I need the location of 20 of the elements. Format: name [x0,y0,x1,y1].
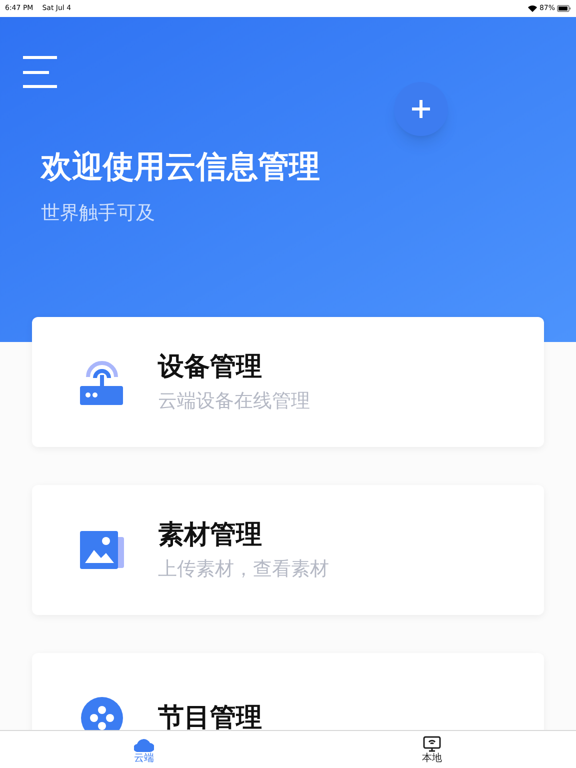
welcome-subtitle: 世界触手可及 [41,201,155,226]
image-icon [80,530,124,570]
router-icon [80,359,124,405]
card-title: 素材管理 [158,519,263,552]
menu-card[interactable]: 节目管理 [32,653,544,730]
cloud-icon [134,736,154,752]
card-subtitle: 云端设备在线管理 [158,389,310,414]
welcome-title: 欢迎使用云信息管理 [41,148,320,187]
plus-icon [412,100,430,118]
battery-icon [557,5,571,12]
card-title: 节目管理 [158,702,262,730]
menu-card[interactable]: 素材管理 上传素材，查看素材 [32,485,544,615]
menu-button[interactable] [23,55,57,89]
card-subtitle: 上传素材，查看素材 [158,557,329,582]
monitor-icon [423,736,441,752]
menu-card[interactable]: 设备管理 云端设备在线管理 [32,317,544,447]
tab-button[interactable]: 云端 [0,731,288,768]
card-title: 设备管理 [158,351,263,384]
wifi-icon [528,5,538,12]
tab-button[interactable]: 本地 [288,731,576,768]
